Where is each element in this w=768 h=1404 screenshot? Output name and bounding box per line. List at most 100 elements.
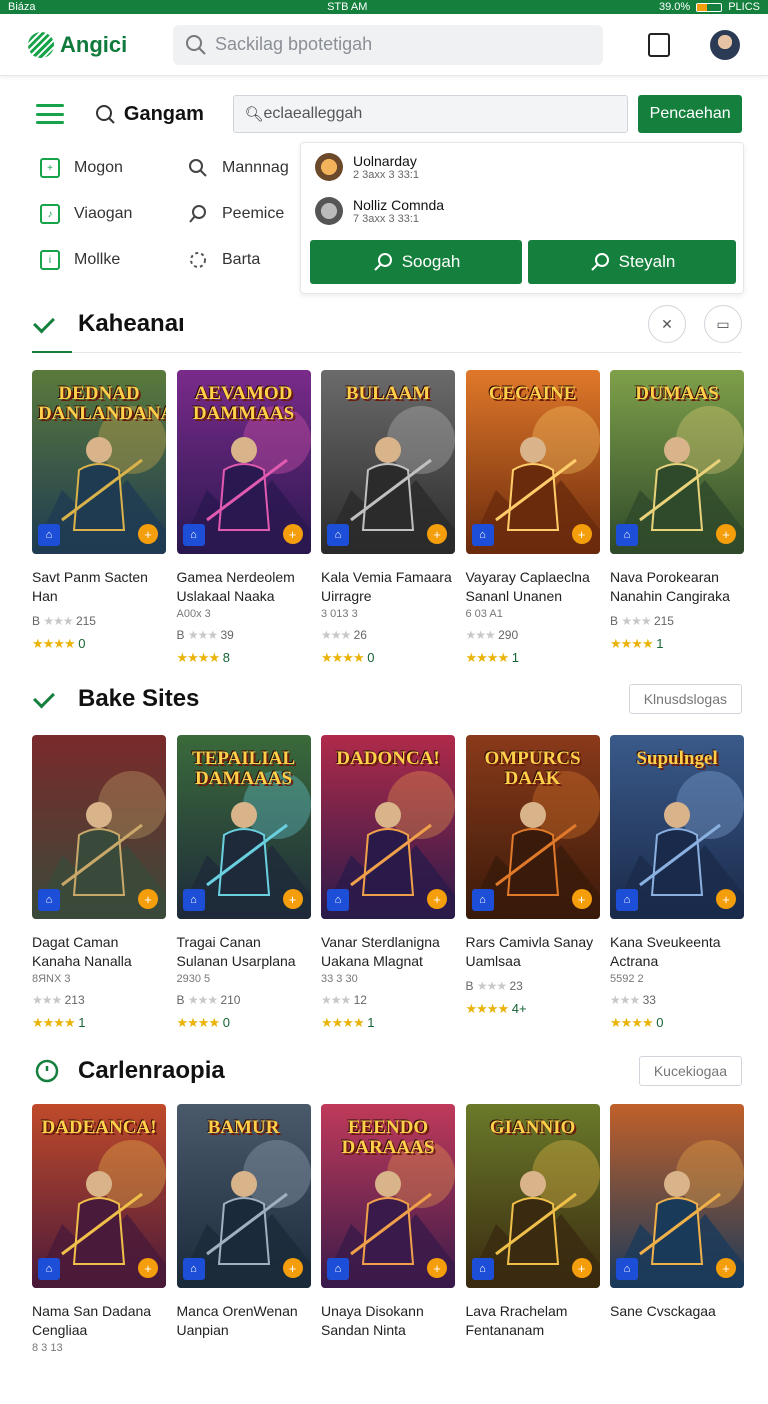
section-title: Carlenraopia	[78, 1057, 225, 1084]
home-icon: ⌂	[616, 524, 638, 546]
game-sub: 3 013 3	[321, 608, 358, 620]
menu-item-4[interactable]: Peemice	[188, 204, 284, 224]
app-logo[interactable]: Angici	[28, 31, 173, 58]
menu-item-2[interactable]: Mannnag	[188, 158, 289, 178]
add-icon[interactable]: +	[571, 524, 592, 544]
add-icon[interactable]: +	[716, 1258, 736, 1278]
game-cover-image[interactable]: ⌂ +	[32, 735, 166, 919]
game-rating: ★★★ 12	[321, 993, 367, 1007]
section-action-button[interactable]: Klnusdslogas	[628, 684, 742, 714]
game-cover-image[interactable]: DEDNAD DANLANDANAM ⌂ +	[32, 370, 166, 554]
dropdown-item[interactable]: Nolliz Comnda 7 3axx 3 33:1	[315, 197, 444, 225]
hamburger-menu-icon[interactable]	[36, 104, 64, 124]
game-cover-image[interactable]: DADEANCA! ⌂ +	[32, 1104, 166, 1288]
menu-label: Mannnag	[222, 159, 289, 176]
game-cover-image[interactable]: AEVAMOD DAMMAAS ⌂ +	[176, 370, 311, 554]
add-icon[interactable]: +	[427, 1258, 447, 1278]
game-cover-image[interactable]: TEPAILIAL DAMAAAS ⌂ +	[176, 735, 311, 919]
game-score: ★★★★ 4+	[465, 1001, 527, 1016]
add-icon[interactable]: +	[282, 1258, 303, 1278]
game-cover-title: EEENDO DARAAAS	[341, 1117, 435, 1158]
game-cover-title: BULAAM	[345, 383, 431, 404]
game-rating: B ★★★ 210	[176, 993, 241, 1007]
game-card[interactable]: CECAINE ⌂ + Vayaray Caplaeclna Sananl Un…	[465, 370, 600, 666]
game-name: Savt Panm Sacten Han	[32, 569, 148, 604]
game-score: ★★★★ 8	[176, 650, 230, 665]
game-sub: 8ЯNX 3	[32, 973, 71, 985]
game-name: Nava Porokearan Nanahin Cangiraka	[610, 569, 730, 604]
game-card[interactable]: AEVAMOD DAMMAAS ⌂ + Gamea Nerdeolem Usla…	[176, 370, 311, 666]
avatar	[315, 197, 343, 225]
game-card[interactable]: TEPAILIAL DAMAAAS ⌂ + Tragai Canan Sulan…	[176, 735, 311, 1031]
game-name: Kala Vemia Famaara Uirragre	[321, 569, 452, 604]
menu-item-6[interactable]: Barta	[188, 250, 260, 270]
add-icon[interactable]: +	[138, 1258, 158, 1278]
game-cover-title: AEVAMOD DAMMAAS	[192, 383, 295, 424]
game-score: ★★★★ 1	[32, 1015, 86, 1030]
game-cover-image[interactable]: GIANNIO ⌂ +	[465, 1104, 600, 1288]
section-title: Kaheanaı	[78, 310, 185, 337]
nav-brand-label: Gangam	[123, 102, 204, 125]
spinner-icon	[190, 252, 206, 268]
nav-search-button[interactable]: Pencaehan	[638, 95, 742, 133]
soogah-button[interactable]: Soogah	[310, 240, 522, 284]
home-icon: ⌂	[616, 1258, 638, 1280]
nav-search-input[interactable]: 🔍︎ eclaealleggah	[233, 95, 629, 133]
game-cover-image[interactable]: OMPURCS DAAK ⌂ +	[465, 735, 600, 919]
game-cover-title: DEDNAD DANLANDANAM	[38, 383, 166, 424]
game-cover-image[interactable]: DUMAAS ⌂ +	[610, 370, 744, 554]
nav-brand[interactable]: Gangam	[94, 103, 234, 126]
add-icon[interactable]: +	[427, 524, 447, 544]
avatar[interactable]	[710, 29, 740, 60]
menu-item-5[interactable]: i Mollke	[40, 250, 120, 270]
game-card[interactable]: BAMUR ⌂ + Manca OrenWenan Uanpian	[176, 1104, 311, 1348]
game-card[interactable]: OMPURCS DAAK ⌂ + Rars Camivla Sanay Uaml…	[465, 735, 600, 1017]
game-card[interactable]: ⌂ + Dagat Caman Kanaha Nanalla 8ЯNX 3 ★★…	[32, 735, 166, 1031]
steyaln-button[interactable]: Steyaln	[528, 240, 736, 284]
add-icon[interactable]: +	[716, 524, 736, 544]
game-card[interactable]: BULAAM ⌂ + Kala Vemia Famaara Uirragre 3…	[321, 370, 455, 666]
game-card[interactable]: ⌂ + Sane Cvsckagaa	[610, 1104, 744, 1329]
section-header: Kaheanaı ✕ ▭	[34, 304, 742, 344]
game-card[interactable]: GIANNIO ⌂ + Lava Rrachelam Fentananam	[465, 1104, 600, 1348]
game-card[interactable]: Supulngel ⌂ + Kana Sveukeenta Actrana 55…	[610, 735, 744, 1031]
add-icon[interactable]: +	[282, 889, 303, 909]
game-cover-image[interactable]: EEENDO DARAAAS ⌂ +	[321, 1104, 455, 1288]
game-card[interactable]: DADEANCA! ⌂ + Nama San Dadana Cengliaa 8…	[32, 1104, 166, 1362]
game-card[interactable]: EEENDO DARAAAS ⌂ + Unaya Disokann Sandan…	[321, 1104, 455, 1348]
game-card[interactable]: DEDNAD DANLANDANAM ⌂ + Savt Panm Sacten …	[32, 370, 166, 652]
share-icon[interactable]	[648, 32, 670, 57]
game-name: Manca OrenWenan Uanpian	[176, 1303, 298, 1338]
game-card[interactable]: DUMAAS ⌂ + Nava Porokearan Nanahin Cangi…	[610, 370, 744, 652]
menu-item-1[interactable]: + Mogon	[40, 158, 123, 178]
add-icon[interactable]: +	[282, 524, 303, 544]
game-cover-image[interactable]: Supulngel ⌂ +	[610, 735, 744, 919]
menu-label: Mollke	[74, 251, 121, 268]
game-cover-image[interactable]: ⌂ +	[610, 1104, 744, 1288]
game-cover-image[interactable]: CECAINE ⌂ +	[465, 370, 600, 554]
game-name: Gamea Nerdeolem Uslakaal Naaka	[176, 569, 295, 604]
close-icon[interactable]: ✕	[648, 305, 686, 343]
top-search-bar[interactable]: Sackilag bpotetigah	[173, 24, 603, 65]
add-icon[interactable]: +	[716, 889, 736, 909]
game-cover-title: GIANNIO	[489, 1117, 576, 1138]
game-card[interactable]: DADONCA! ⌂ + Vanar Sterdlanigna Uakana M…	[321, 735, 455, 1031]
add-icon[interactable]: +	[571, 889, 592, 909]
add-icon[interactable]: +	[571, 1258, 592, 1278]
dropdown-item[interactable]: Uolnarday 2 3axx 3 33:1	[315, 153, 419, 181]
section-action-button[interactable]: Kucekiogaa	[638, 1056, 742, 1086]
game-name: Kana Sveukeenta Actrana	[610, 934, 721, 969]
dropdown-item-title: Uolnarday	[353, 153, 417, 169]
game-cover-image[interactable]: DADONCA! ⌂ +	[321, 735, 455, 919]
menu-item-3[interactable]: ♪ Viaogan	[40, 204, 132, 224]
check-icon	[34, 690, 60, 708]
game-cover-image[interactable]: BULAAM ⌂ +	[321, 370, 455, 554]
add-icon[interactable]: +	[138, 524, 158, 544]
add-icon[interactable]: +	[427, 889, 447, 909]
game-cover-title: DUMAAS	[635, 383, 719, 404]
game-rating: ★★★ 213	[32, 993, 85, 1007]
game-cover-image[interactable]: BAMUR ⌂ +	[176, 1104, 311, 1288]
folder-icon[interactable]: ▭	[704, 305, 742, 343]
home-icon: ⌂	[616, 889, 638, 911]
add-icon[interactable]: +	[138, 889, 158, 909]
